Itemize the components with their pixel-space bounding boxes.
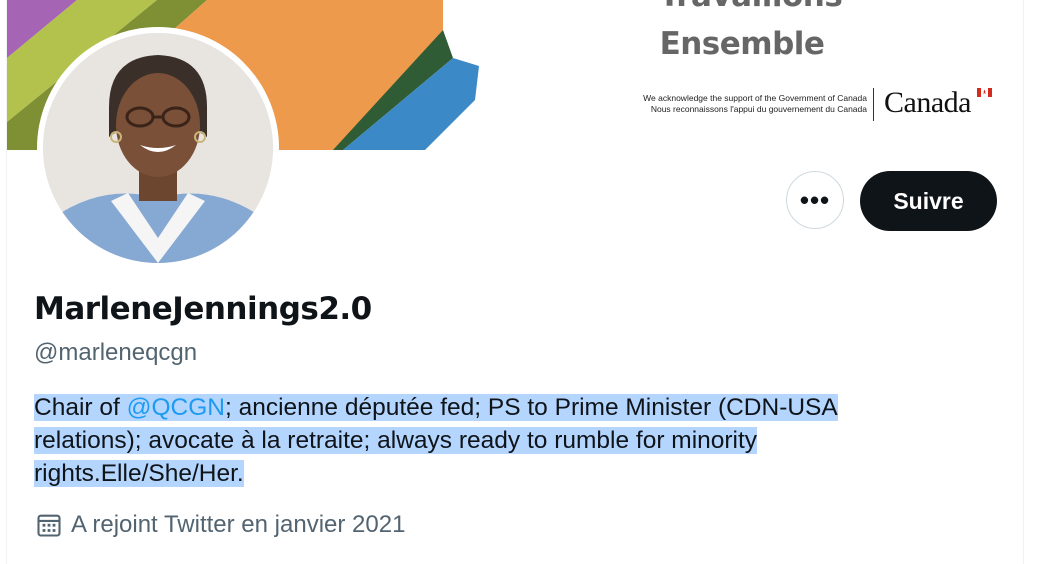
calendar-icon [37, 514, 61, 537]
profile-handle: @marleneqcgn [34, 339, 198, 366]
avatar[interactable] [43, 33, 273, 263]
bio-line2: relations); avocate à la retraite; alway… [34, 427, 758, 454]
profile-bio: Chair of @QCGN; ancienne députée fed; PS… [34, 391, 914, 490]
more-options-button[interactable]: ••• [786, 171, 844, 229]
bio-line1-rest: ; ancienne députée fed; PS to Prime Mini… [224, 394, 838, 421]
banner-title-line1: Travaillons [659, 0, 843, 14]
canada-wordmark: Canada [884, 86, 971, 119]
profile-card: Travaillons Ensemble We acknowledge the … [6, 0, 1024, 564]
ack-english: We acknowledge the support of the Govern… [643, 93, 867, 103]
canada-flag-icon [977, 88, 992, 97]
bio-line3: rights.Elle/She/Her. [34, 460, 244, 487]
avatar-portrait-image [43, 33, 273, 263]
joined-text: A rejoint Twitter en janvier 2021 [71, 511, 406, 538]
government-acknowledgement: We acknowledge the support of the Govern… [567, 93, 867, 115]
joined-date: A rejoint Twitter en janvier 2021 [35, 511, 405, 539]
bio-prefix: Chair of [34, 394, 127, 421]
follow-button[interactable]: Suivre [860, 171, 997, 231]
qcgn-mention-link[interactable]: @QCGN [127, 394, 225, 421]
banner-title-line2: Ensemble [659, 26, 825, 62]
display-name: MarleneJennings2.0 [34, 291, 372, 327]
ack-french: Nous reconnaissons l'appui du gouverneme… [650, 104, 867, 114]
ack-divider [873, 88, 874, 121]
more-icon: ••• [799, 184, 831, 215]
